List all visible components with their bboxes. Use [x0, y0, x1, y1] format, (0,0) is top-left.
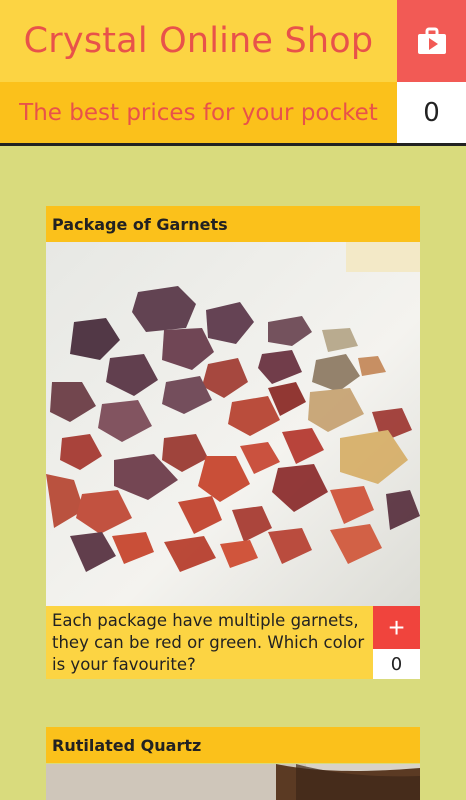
product-image-quartz: [46, 764, 420, 800]
product-header-quartz: Rutilated Quartz: [46, 727, 420, 763]
header-divider: [0, 143, 466, 146]
cart-button[interactable]: [397, 0, 466, 82]
product-title: Rutilated Quartz: [52, 735, 202, 755]
cart-count: 0: [397, 82, 466, 143]
shopping-bag-icon: [417, 27, 446, 54]
shop-title: Crystal Online Shop: [23, 21, 374, 61]
quartz-photo: [46, 764, 420, 800]
garnets-photo: [46, 242, 420, 606]
product-title: Package of Garnets: [52, 214, 228, 234]
tagline: The best prices for your pocket: [19, 99, 378, 126]
header-tagline-bar: The best prices for your pocket: [0, 82, 397, 143]
product-image-garnets: [46, 242, 420, 606]
add-to-cart-button[interactable]: +: [373, 606, 420, 649]
product-description: Each package have multiple garnets, they…: [46, 606, 373, 679]
header-title-bar: Crystal Online Shop: [0, 0, 397, 82]
product-header-garnets: Package of Garnets: [46, 206, 420, 242]
product-quantity: 0: [373, 649, 420, 679]
